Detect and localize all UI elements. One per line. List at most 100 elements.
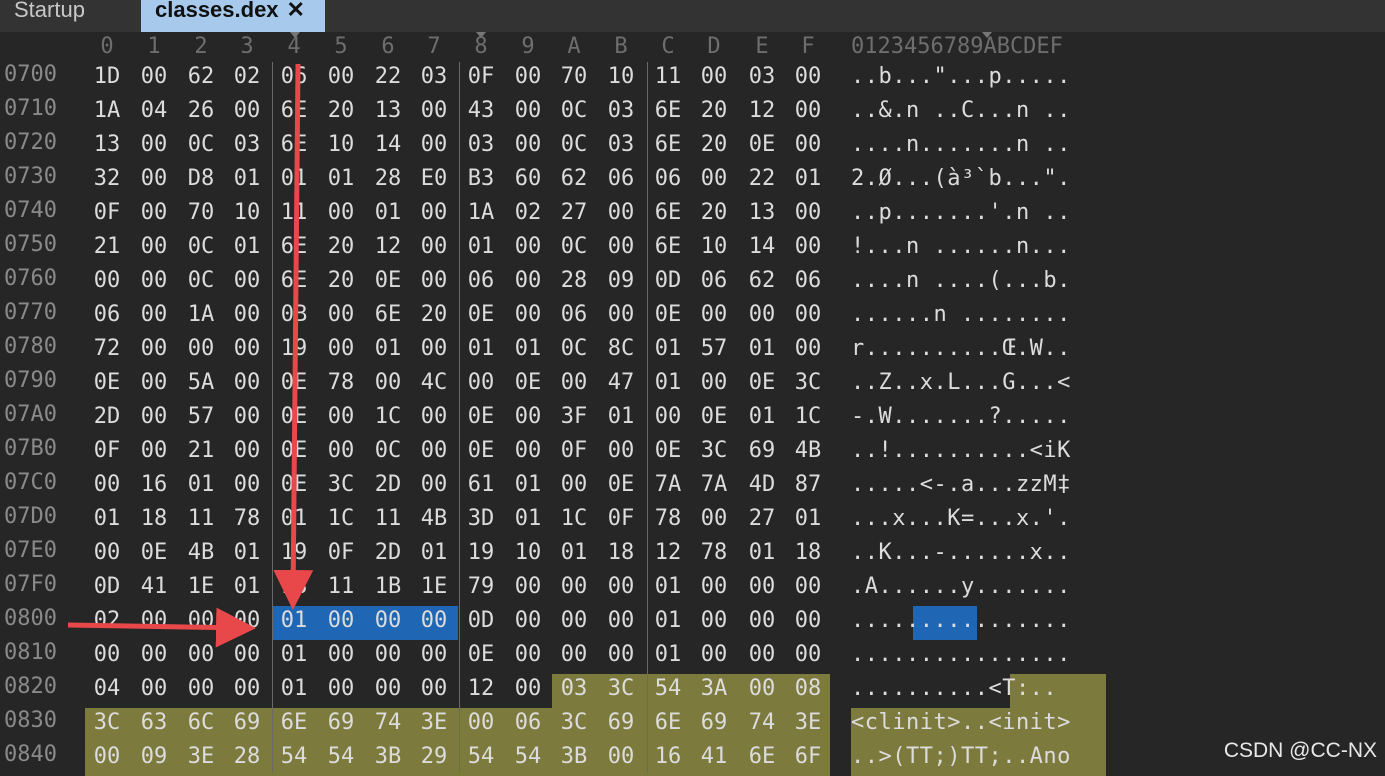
hex-byte[interactable]: 00: [414, 264, 454, 298]
hex-byte[interactable]: 12: [742, 94, 782, 128]
hex-byte[interactable]: 20: [694, 94, 734, 128]
hex-byte[interactable]: 6E: [274, 94, 314, 128]
hex-byte[interactable]: 41: [134, 570, 174, 604]
hex-byte[interactable]: 00: [368, 638, 408, 672]
hex-byte[interactable]: 78: [227, 502, 267, 536]
hex-byte[interactable]: 01: [227, 570, 267, 604]
hex-byte[interactable]: 41: [694, 740, 734, 774]
hex-byte[interactable]: 69: [227, 706, 267, 740]
hex-byte[interactable]: 19: [274, 536, 314, 570]
hex-byte[interactable]: 6E: [648, 196, 688, 230]
hex-byte[interactable]: 01: [648, 332, 688, 366]
hex-byte[interactable]: 00: [601, 434, 641, 468]
hex-byte[interactable]: 78: [694, 536, 734, 570]
hex-byte[interactable]: 04: [87, 672, 127, 706]
hex-byte[interactable]: 06: [601, 162, 641, 196]
hex-byte[interactable]: 0F: [461, 60, 501, 94]
ascii-text[interactable]: .....<-.a...zzM‡: [851, 468, 1071, 502]
hex-byte[interactable]: 01: [648, 604, 688, 638]
hex-byte[interactable]: 0B: [274, 298, 314, 332]
hex-byte[interactable]: 08: [788, 672, 828, 706]
hex-byte[interactable]: 87: [788, 468, 828, 502]
hex-byte[interactable]: 00: [227, 332, 267, 366]
hex-byte[interactable]: 00: [414, 128, 454, 162]
hex-byte[interactable]: 79: [461, 570, 501, 604]
hex-byte[interactable]: 00: [508, 230, 548, 264]
hex-byte[interactable]: 00: [87, 264, 127, 298]
hex-byte[interactable]: 0F: [87, 434, 127, 468]
hex-byte[interactable]: 1D: [87, 60, 127, 94]
hex-byte[interactable]: 0E: [134, 536, 174, 570]
hex-byte[interactable]: 1E: [181, 570, 221, 604]
hex-byte[interactable]: 01: [788, 502, 828, 536]
hex-byte[interactable]: 00: [134, 60, 174, 94]
hex-byte[interactable]: 0E: [648, 298, 688, 332]
ascii-text[interactable]: <clinit>..<init>: [851, 706, 1071, 740]
hex-byte[interactable]: 21: [87, 230, 127, 264]
hex-byte[interactable]: 78: [321, 366, 361, 400]
hex-byte[interactable]: 11: [648, 60, 688, 94]
hex-byte[interactable]: 01: [227, 230, 267, 264]
hex-byte[interactable]: 00: [321, 604, 361, 638]
hex-byte[interactable]: 00: [742, 638, 782, 672]
hex-byte[interactable]: 63: [134, 706, 174, 740]
hex-byte[interactable]: 00: [788, 638, 828, 672]
hex-byte[interactable]: 00: [321, 60, 361, 94]
hex-byte[interactable]: 70: [181, 196, 221, 230]
hex-byte[interactable]: 00: [694, 638, 734, 672]
hex-byte[interactable]: 6E: [648, 128, 688, 162]
hex-byte[interactable]: 70: [554, 60, 594, 94]
close-icon[interactable]: ✕: [287, 0, 305, 22]
hex-byte[interactable]: 6E: [742, 740, 782, 774]
ascii-text[interactable]: .A......y.......: [851, 570, 1071, 604]
hex-byte[interactable]: 0E: [694, 400, 734, 434]
hex-byte[interactable]: 3B: [368, 740, 408, 774]
hex-byte[interactable]: 00: [368, 604, 408, 638]
hex-byte[interactable]: 00: [694, 570, 734, 604]
hex-byte[interactable]: 54: [461, 740, 501, 774]
hex-byte[interactable]: 28: [368, 162, 408, 196]
hex-byte[interactable]: 7A: [648, 468, 688, 502]
ascii-text[interactable]: ..........<T:..: [851, 672, 1057, 706]
hex-byte[interactable]: 4C: [414, 366, 454, 400]
hex-byte[interactable]: 00: [87, 468, 127, 502]
tab-classes-dex[interactable]: classes.dex✕: [141, 0, 325, 32]
hex-byte[interactable]: 01: [461, 332, 501, 366]
hex-byte[interactable]: 06: [508, 706, 548, 740]
hex-byte[interactable]: 00: [227, 672, 267, 706]
hex-byte[interactable]: 00: [508, 60, 548, 94]
hex-byte[interactable]: 00: [508, 400, 548, 434]
ascii-text[interactable]: ..p.......'.n ..: [851, 196, 1071, 230]
hex-byte[interactable]: 01: [227, 536, 267, 570]
hex-byte[interactable]: 74: [742, 706, 782, 740]
hex-byte[interactable]: 6E: [648, 94, 688, 128]
hex-byte[interactable]: 01: [274, 638, 314, 672]
hex-byte[interactable]: 06: [554, 298, 594, 332]
hex-byte[interactable]: 00: [788, 196, 828, 230]
hex-byte[interactable]: 0C: [368, 434, 408, 468]
hex-byte[interactable]: 0E: [461, 400, 501, 434]
hex-byte[interactable]: 3C: [601, 672, 641, 706]
hex-byte[interactable]: 00: [788, 298, 828, 332]
hex-byte[interactable]: 03: [742, 60, 782, 94]
hex-byte[interactable]: 4B: [788, 434, 828, 468]
hex-byte[interactable]: 01: [227, 162, 267, 196]
hex-byte[interactable]: 03: [461, 128, 501, 162]
hex-byte[interactable]: 00: [227, 264, 267, 298]
hex-byte[interactable]: 62: [742, 264, 782, 298]
ascii-text[interactable]: ..!..........<iK: [851, 434, 1071, 468]
hex-byte[interactable]: 6E: [274, 264, 314, 298]
hex-byte[interactable]: 00: [414, 196, 454, 230]
hex-byte[interactable]: 00: [368, 672, 408, 706]
hex-byte[interactable]: 0C: [181, 230, 221, 264]
ascii-text[interactable]: ......n ........: [851, 298, 1071, 332]
hex-byte[interactable]: 00: [227, 94, 267, 128]
hex-byte[interactable]: 54: [648, 672, 688, 706]
hex-byte[interactable]: 00: [227, 468, 267, 502]
hex-byte[interactable]: 00: [181, 672, 221, 706]
ascii-text[interactable]: ..b..."...p.....: [851, 60, 1071, 94]
hex-byte[interactable]: 0F: [321, 536, 361, 570]
hex-byte[interactable]: 20: [694, 128, 734, 162]
hex-byte[interactable]: 09: [134, 740, 174, 774]
hex-byte[interactable]: 00: [554, 638, 594, 672]
